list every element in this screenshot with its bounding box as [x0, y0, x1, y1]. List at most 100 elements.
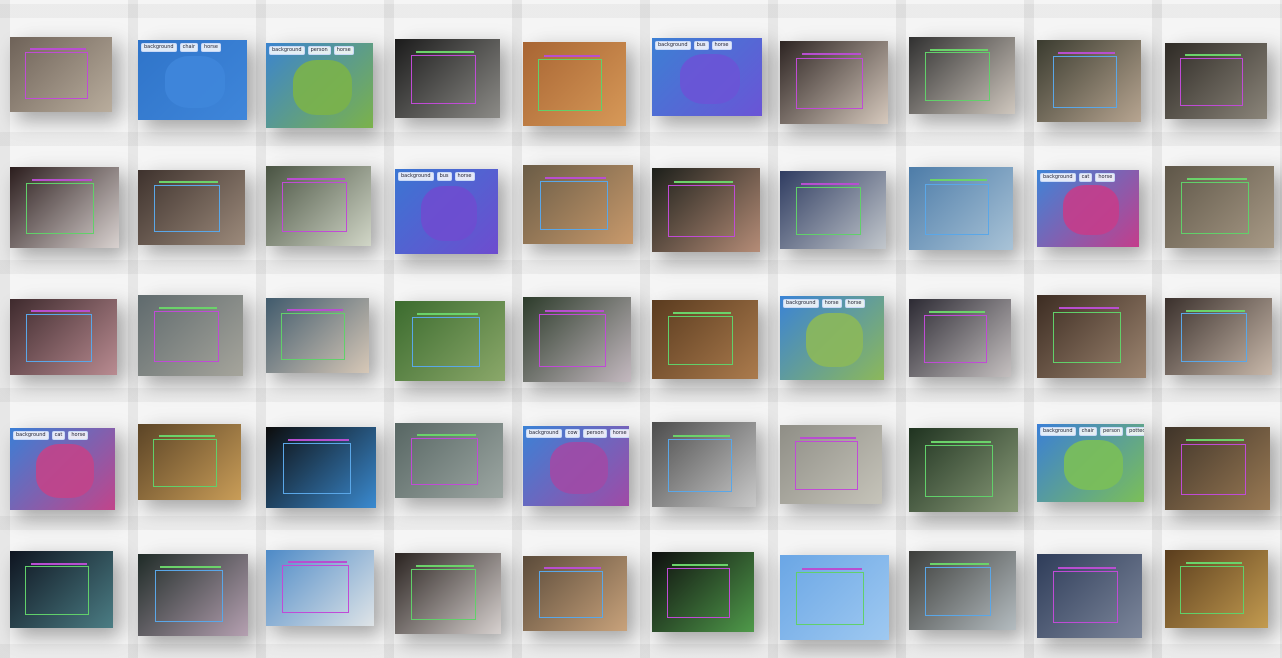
grounding-line	[801, 567, 862, 570]
grounding-line	[1058, 566, 1116, 569]
bounding-box	[538, 58, 603, 112]
bounding-box	[795, 440, 859, 491]
label-tag: chair	[1078, 427, 1098, 436]
bounding-box	[411, 317, 480, 367]
label-tag: horse	[844, 299, 865, 308]
grounding-line	[31, 310, 91, 313]
photo-tile	[10, 167, 119, 248]
label-tag: background	[269, 46, 305, 55]
bounding-box	[1180, 565, 1245, 615]
photo-tile	[780, 171, 886, 249]
photo-tile	[652, 552, 754, 632]
photo-tile	[10, 299, 117, 375]
label-tag: background	[655, 41, 691, 50]
bounding-box	[538, 571, 603, 618]
segmentation-tile: background bus horse	[652, 38, 762, 116]
photo-tile	[395, 423, 503, 498]
bounding-box	[1181, 182, 1249, 234]
photo-tile	[780, 425, 882, 504]
label-tags: backgroundchairpersonpottedplanthorse	[1040, 427, 1144, 436]
bounding-box	[1053, 311, 1121, 364]
label-tag: pottedplant	[1126, 427, 1144, 436]
grounding-line	[286, 309, 344, 312]
photo-tile	[909, 37, 1015, 114]
segmentation-mask	[679, 53, 740, 105]
bounding-box	[25, 52, 89, 99]
photo-tile	[1037, 40, 1141, 122]
grounding-line	[158, 435, 216, 438]
bounding-box	[26, 183, 94, 234]
photo-tile	[1037, 554, 1142, 638]
photo-tile	[523, 556, 627, 631]
label-tag: cow	[564, 429, 581, 438]
grounding-line	[930, 440, 991, 443]
grounding-line	[1186, 439, 1244, 442]
bounding-box	[924, 52, 991, 101]
label-tag: background	[1040, 173, 1076, 182]
grounding-line	[417, 313, 478, 315]
bounding-box	[153, 439, 218, 487]
segmentation-mask	[549, 442, 608, 494]
bounding-box	[924, 183, 989, 236]
label-tag: horse	[201, 43, 221, 52]
segmentation-tile: background person horse	[266, 43, 373, 128]
grounding-line	[416, 434, 476, 437]
photo-tile	[395, 553, 501, 634]
grounding-line	[1186, 178, 1247, 181]
photo-tile	[138, 295, 243, 376]
bounding-box	[668, 184, 735, 238]
bounding-box	[925, 444, 993, 498]
photo-tile	[780, 41, 888, 124]
grounding-line	[1057, 52, 1115, 55]
segmentation-mask	[806, 312, 864, 368]
photo-tile	[909, 299, 1011, 377]
bounding-box	[410, 54, 476, 105]
label-tags: background bus horse	[655, 41, 732, 50]
photo-tile	[395, 39, 500, 118]
grounding-line	[672, 434, 730, 437]
grounding-line	[672, 564, 729, 566]
label-tag: horse	[609, 429, 629, 438]
bounding-box	[796, 57, 863, 110]
grounding-line	[673, 180, 733, 183]
bounding-box	[667, 315, 734, 366]
bounding-box	[795, 186, 862, 236]
label-tag: cat	[51, 431, 66, 440]
photo-tile	[780, 555, 889, 640]
grounding-line	[31, 179, 92, 182]
segmentation-mask	[292, 60, 352, 116]
bounding-box	[154, 570, 223, 622]
label-tag: horse	[454, 172, 475, 181]
bounding-box	[1180, 58, 1244, 106]
grounding-line	[929, 310, 986, 313]
label-tags: background bus horse	[398, 172, 475, 181]
segmentation-tile: background bus horse	[395, 169, 498, 254]
label-tag: horse	[821, 299, 842, 308]
bounding-box	[539, 314, 606, 367]
photo-tile	[909, 167, 1013, 250]
photo-tile	[1165, 298, 1272, 375]
grounding-line	[160, 566, 221, 569]
grounding-line	[545, 176, 606, 179]
photo-tile	[909, 428, 1018, 512]
photo-tile	[652, 300, 758, 379]
grounding-line	[159, 181, 219, 184]
photo-tile	[138, 170, 245, 245]
photo-tile	[1165, 427, 1270, 510]
bounding-box	[796, 572, 864, 625]
bounding-box	[26, 314, 93, 362]
segmentation-tile: background cow person horse	[523, 426, 629, 506]
label-tag: bus	[436, 172, 452, 181]
photo-tile	[266, 166, 371, 246]
photo-tile	[10, 551, 113, 628]
bounding-box	[667, 439, 732, 492]
label-tag: person	[583, 429, 607, 438]
grounding-line	[1185, 561, 1243, 564]
grounding-line	[1058, 307, 1119, 310]
bounding-box	[282, 443, 351, 494]
label-tags: background cat horse	[13, 431, 89, 440]
bounding-box	[1052, 56, 1117, 108]
grounding-line	[30, 562, 88, 565]
grounding-line	[801, 182, 860, 185]
label-tag: chair	[179, 43, 199, 52]
